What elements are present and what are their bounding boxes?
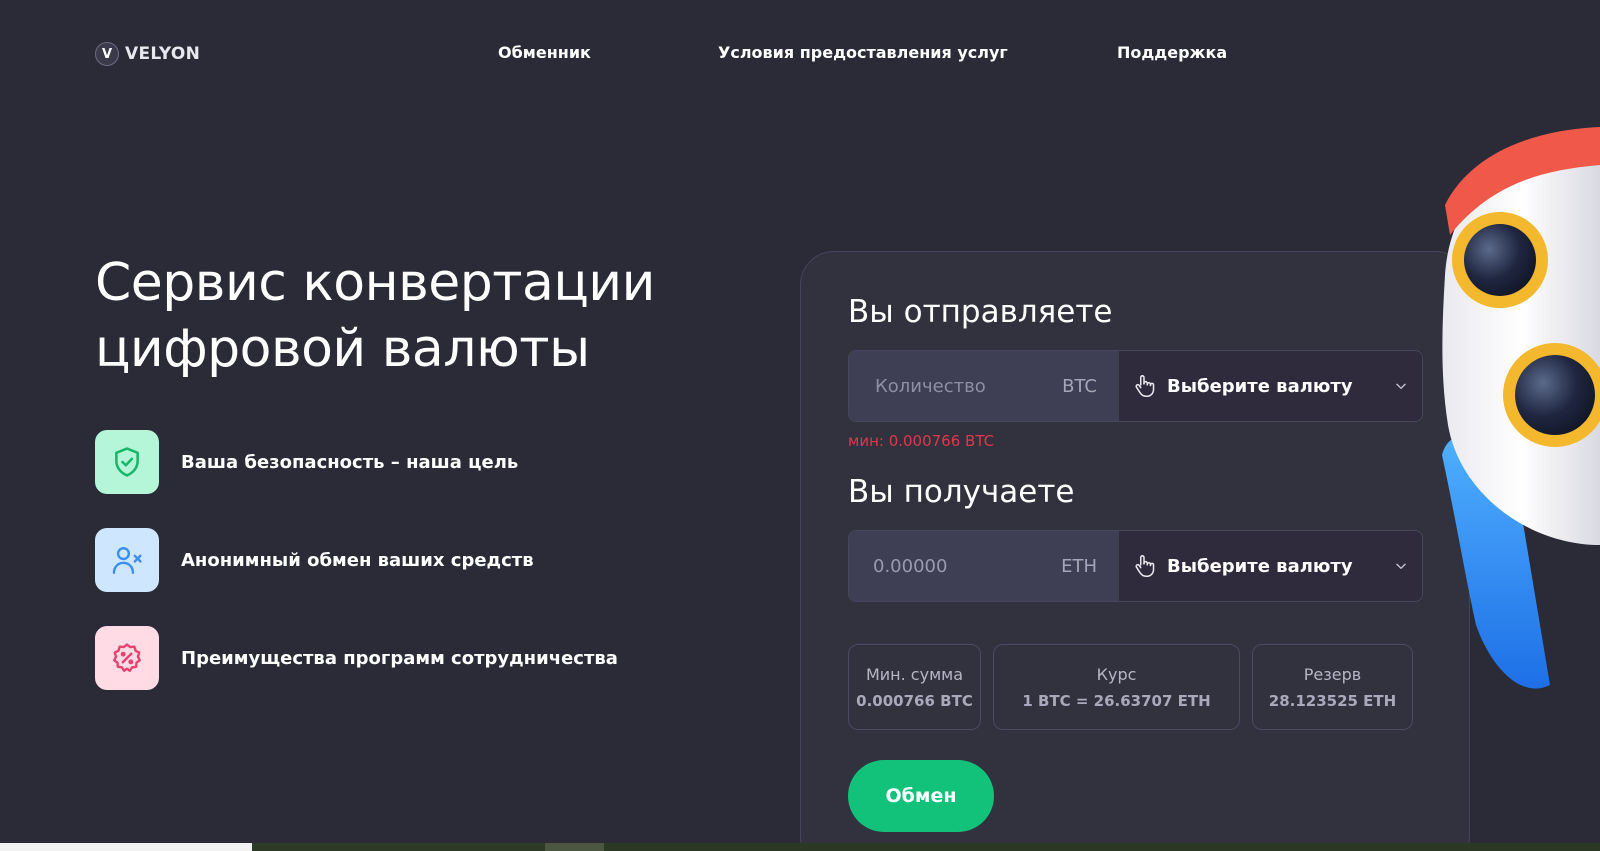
hero-title-line-2: цифровой валюты	[95, 319, 590, 379]
nav-link-exchanger[interactable]: Обменник	[498, 43, 591, 62]
exchange-card: Вы отправляете BTC Выберите валюту мин:	[800, 251, 1470, 851]
receive-amount-box: 0.00000 ETH	[849, 531, 1119, 601]
feature-label: Ваша безопасность – наша цель	[181, 451, 519, 473]
send-amount-box: BTC	[849, 351, 1119, 421]
stat-value: 28.123525 ETH	[1268, 691, 1397, 710]
exchange-button[interactable]: Обмен	[848, 760, 994, 832]
page: V VELYON Обменник Условия предоставления…	[0, 0, 1600, 851]
send-ticker: BTC	[1062, 375, 1097, 397]
receive-currency-label: Выберите валюту	[1167, 555, 1353, 577]
feature-partnership: Преимущества программ сотрудничества	[95, 626, 618, 690]
nav-link-terms[interactable]: Условия предоставления услуг	[718, 43, 1008, 62]
hand-pointer-icon	[1135, 375, 1155, 398]
bottom-strip	[0, 843, 1600, 851]
hand-pointer-icon	[1135, 555, 1155, 578]
stat-value: 1 BTC = 26.63707 ETH	[1022, 691, 1211, 710]
chevron-down-icon	[1396, 383, 1406, 389]
send-currency-label: Выберите валюту	[1167, 375, 1353, 397]
user-x-icon	[95, 528, 159, 592]
feature-anonymous: Анонимный обмен ваших средств	[95, 528, 534, 592]
logo-mark-icon: V	[95, 42, 119, 66]
stat-rate: Курс 1 BTC = 26.63707 ETH	[993, 644, 1240, 730]
logo[interactable]: V VELYON	[95, 42, 200, 66]
hero-title-line-1: Сервис конвертации	[95, 253, 655, 313]
send-currency-select[interactable]: Выберите валюту	[1119, 351, 1422, 421]
stat-label: Резерв	[1303, 664, 1362, 684]
discount-badge-icon	[95, 626, 159, 690]
nav-link-support[interactable]: Поддержка	[1117, 43, 1227, 62]
stat-label: Мин. сумма	[865, 664, 964, 684]
shield-check-icon	[95, 430, 159, 494]
feature-label: Анонимный обмен ваших средств	[181, 549, 534, 571]
receive-ticker: ETH	[1061, 555, 1097, 577]
stat-label: Курс	[1096, 664, 1137, 684]
feature-label: Преимущества программ сотрудничества	[181, 647, 618, 669]
stat-min-amount: Мин. сумма 0.000766 BTC	[848, 644, 981, 730]
send-field-row: BTC Выберите валюту	[848, 350, 1423, 422]
chevron-down-icon	[1396, 563, 1406, 569]
send-section-title: Вы отправляете	[848, 294, 1113, 330]
receive-currency-select[interactable]: Выберите валюту	[1119, 531, 1422, 601]
hero-title: Сервис конвертации цифровой валюты	[95, 250, 735, 382]
send-min-note: мин: 0.000766 BTC	[848, 432, 995, 450]
logo-text: VELYON	[125, 44, 201, 64]
stat-value: 0.000766 BTC	[856, 691, 973, 710]
send-amount-input[interactable]	[873, 374, 1023, 398]
receive-field-row: 0.00000 ETH Выберите валюту	[848, 530, 1423, 602]
rocket-illustration	[1442, 127, 1600, 689]
stat-reserve: Резерв 28.123525 ETH	[1252, 644, 1413, 730]
receive-amount-value: 0.00000	[873, 555, 948, 577]
feature-security: Ваша безопасность – наша цель	[95, 430, 518, 494]
receive-section-title: Вы получаете	[848, 474, 1075, 510]
